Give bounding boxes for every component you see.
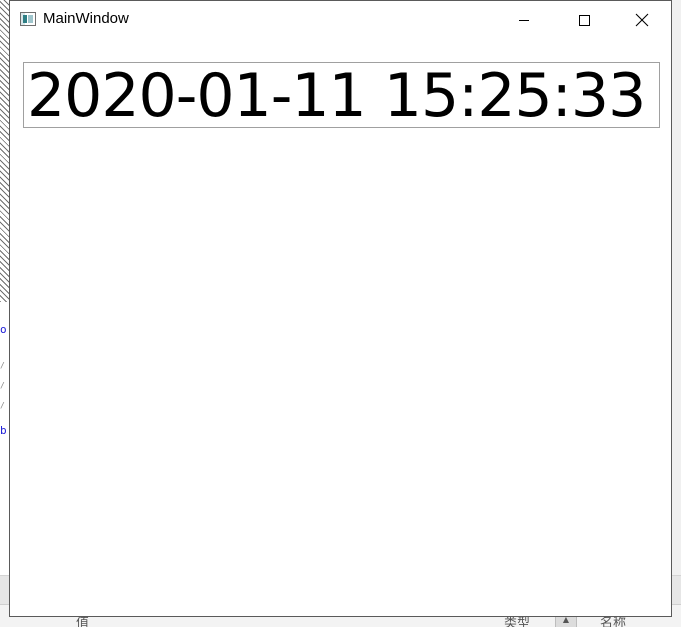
maximize-icon: [579, 14, 590, 26]
background-code-fragment: /: [0, 361, 5, 370]
background-code-fragment: b: [0, 425, 7, 437]
main-window: MainWindow 2020-01-11 15:25:33: [9, 0, 672, 617]
background-code-fragment: o: [0, 324, 7, 336]
minimize-icon: [519, 19, 529, 21]
close-icon: [635, 13, 649, 26]
close-button[interactable]: [619, 1, 665, 38]
minimize-button[interactable]: [501, 1, 547, 38]
title-bar[interactable]: MainWindow: [10, 1, 671, 38]
background-hatch-pattern: [0, 0, 9, 302]
window-title: MainWindow: [43, 10, 129, 27]
client-area: 2020-01-11 15:25:33: [10, 38, 671, 616]
background-code-fragment: /: [0, 401, 5, 410]
app-icon-pane: [23, 15, 27, 23]
app-window-icon: [20, 12, 36, 26]
background-code-fragment: /: [0, 381, 5, 390]
maximize-button[interactable]: [561, 1, 607, 38]
datetime-text: 2020-01-11 15:25:33: [27, 62, 646, 128]
desktop-stage: o / / / b 值 类型 ▲ 名称 MainWindow 2020-01-1…: [0, 0, 681, 627]
app-icon-pane: [28, 15, 33, 23]
datetime-display[interactable]: 2020-01-11 15:25:33: [23, 62, 660, 128]
